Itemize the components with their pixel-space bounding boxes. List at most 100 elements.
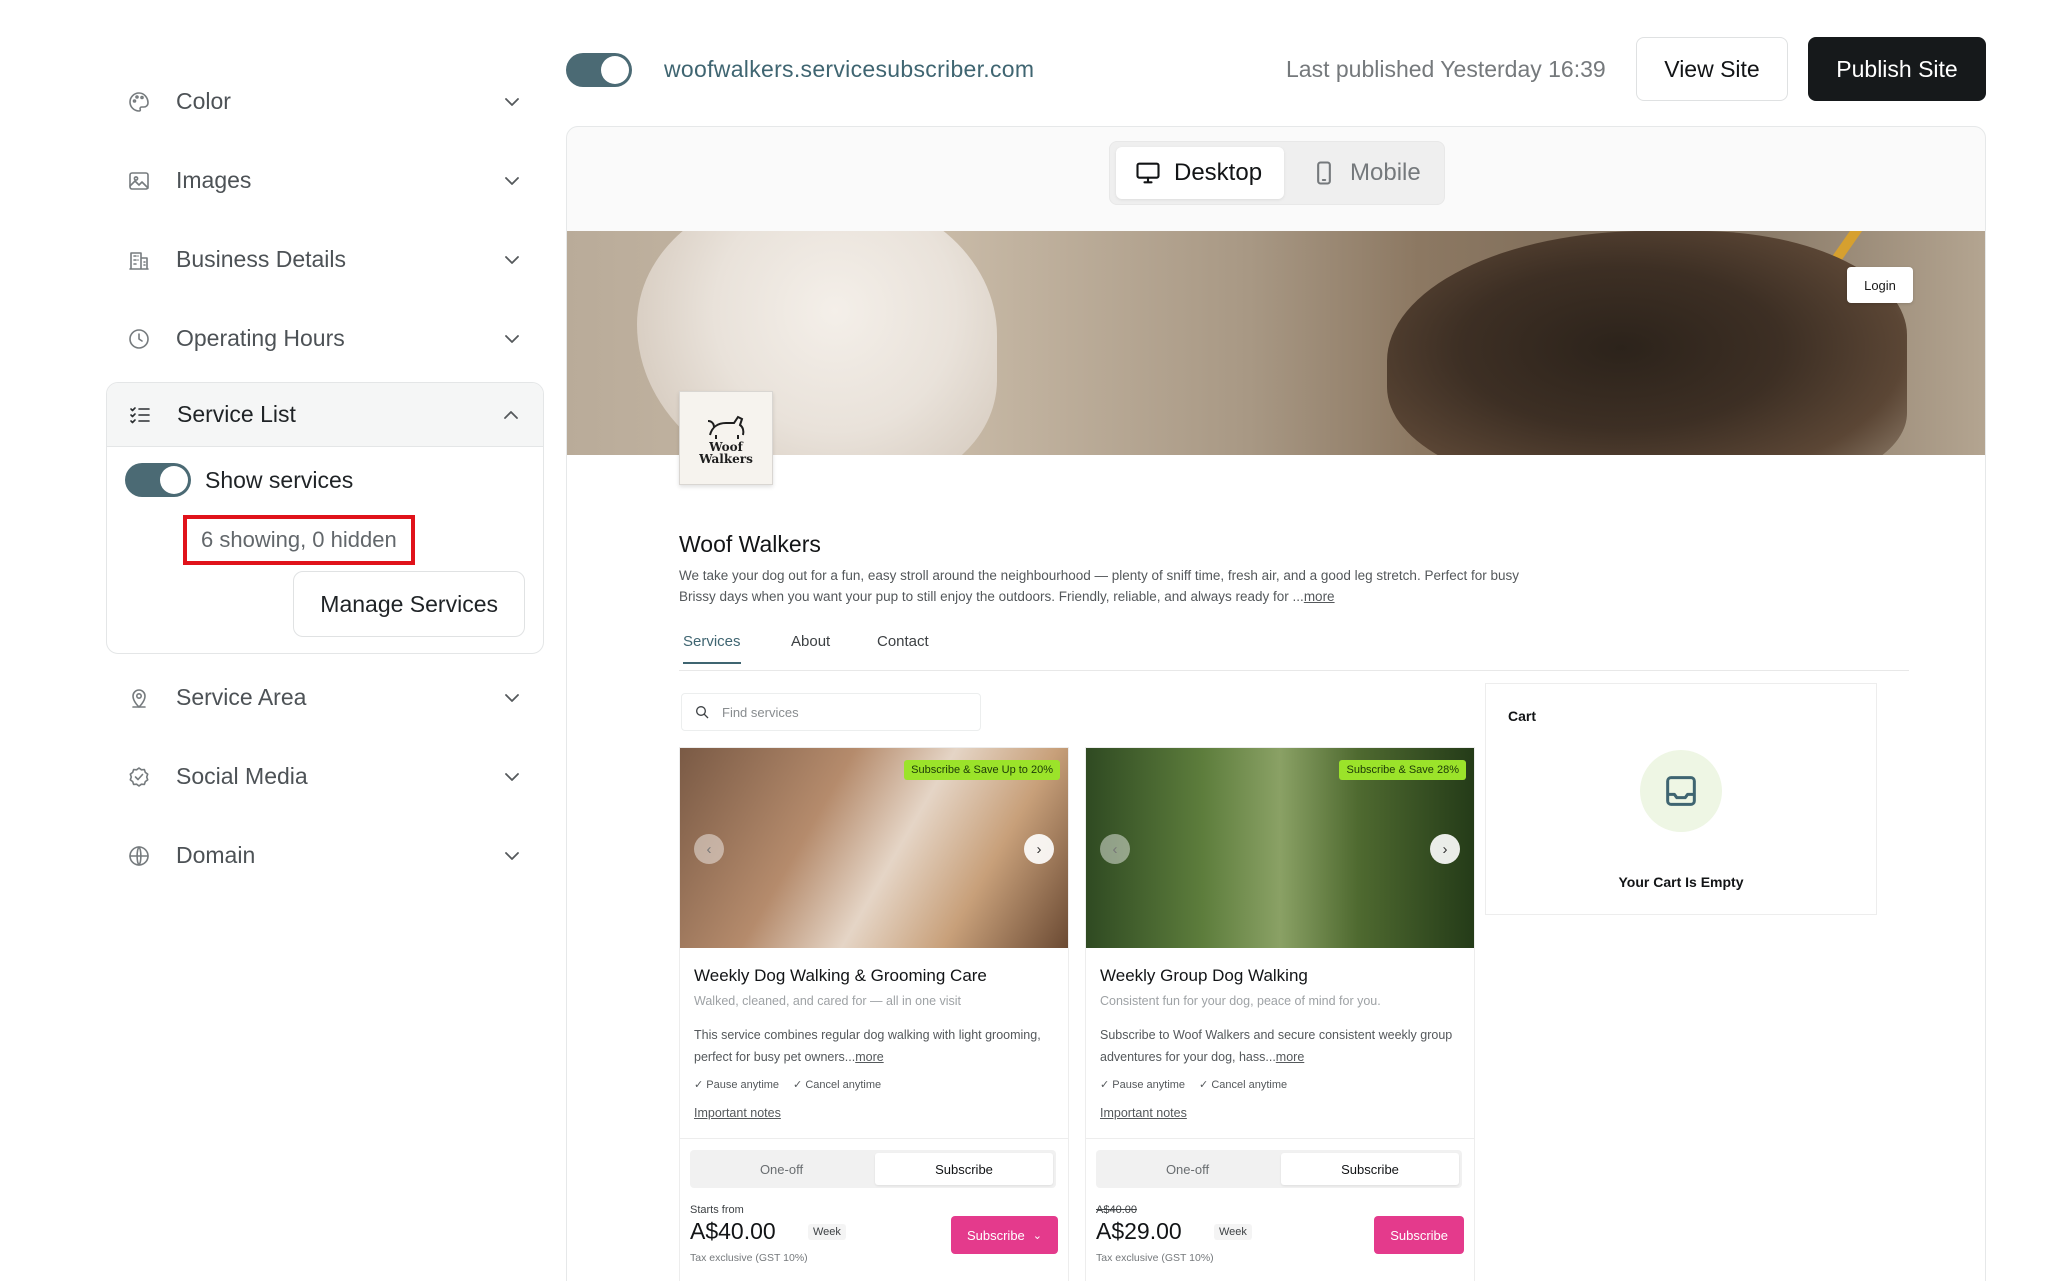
accordion-label: Social Media [176,763,308,789]
description-text: We take your dog out for a fun, easy str… [679,568,1519,604]
card-divider [1086,1138,1474,1139]
search-icon [696,706,709,719]
site-url-link[interactable]: woofwalkers.servicesubscriber.com [664,56,1034,83]
service-search-input[interactable]: Find services [681,693,981,731]
feature-cancel: Cancel anytime [1199,1078,1287,1091]
one-off-option[interactable]: One-off [1096,1150,1279,1188]
carousel-prev-icon[interactable]: ‹ [694,834,724,864]
service-features: Pause anytime Cancel anytime [1100,1078,1287,1091]
chevron-down-icon [500,169,524,193]
service-card[interactable]: Subscribe & Save 28% ‹ › Weekly Group Do… [1085,747,1475,1281]
tax-note: Tax exclusive (GST 10%) [1096,1252,1214,1264]
search-placeholder: Find services [722,704,799,720]
purchase-type-switch: One-off Subscribe [1096,1150,1462,1188]
business-description: We take your dog out for a fun, easy str… [679,565,1519,607]
mobile-label: Mobile [1350,159,1421,186]
subscribe-option[interactable]: Subscribe [875,1153,1053,1185]
tax-note: Tax exclusive (GST 10%) [690,1252,808,1264]
toggle-knob [160,466,188,494]
original-price: A$40.00 [1096,1204,1137,1216]
manage-services-button[interactable]: Manage Services [293,571,525,637]
accordion-label: Service Area [176,684,307,710]
tab-about[interactable]: About [791,633,830,650]
feature-cancel: Cancel anytime [793,1078,881,1091]
service-price: A$40.00 [690,1218,776,1244]
accordion-label: Domain [176,842,256,868]
toggle-knob [601,56,629,84]
chevron-down-icon [500,90,524,114]
image-icon [126,168,152,194]
site-tabs: Services About Contact [679,621,1909,671]
service-features: Pause anytime Cancel anytime [694,1078,881,1091]
feature-pause: Pause anytime [1100,1078,1185,1091]
description-more-link[interactable]: more [1304,589,1335,604]
important-notes-link[interactable]: Important notes [1100,1106,1187,1120]
accordion-domain[interactable]: Domain [106,816,544,895]
accordion-social-media[interactable]: Social Media [106,737,544,816]
accordion-service-list: Service List Show services 6 showing, 0 … [106,382,544,654]
subscribe-option[interactable]: Subscribe [1281,1153,1459,1185]
subscribe-button[interactable]: Subscribe ⌄ [950,1216,1058,1254]
palette-icon [126,89,152,115]
cart-empty-text: Your Cart Is Empty [1618,874,1744,890]
site-preview-frame: Desktop Mobile Login Woof Walkers Woof W… [566,126,1986,1281]
hero-brindle-dog [1387,231,1907,455]
accordion-service-area[interactable]: Service Area [106,658,544,737]
service-subtitle: Consistent fun for your dog, peace of mi… [1100,994,1381,1008]
service-image: Subscribe & Save Up to 20% ‹ › [680,748,1068,948]
service-card[interactable]: Subscribe & Save Up to 20% ‹ › Weekly Do… [679,747,1069,1281]
feature-pause: Pause anytime [694,1078,779,1091]
business-logo: Woof Walkers [679,391,773,485]
subscribe-button[interactable]: Subscribe [1374,1216,1464,1254]
site-page: Login Woof Walkers Woof Walkers We take … [567,231,1985,1281]
accordion-label: Images [176,167,252,193]
chevron-down-icon [500,327,524,351]
accordion-images[interactable]: Images [106,141,544,220]
list-checks-icon [127,402,153,428]
publish-site-button[interactable]: Publish Site [1808,37,1986,101]
chevron-down-icon [500,844,524,868]
settings-sidebar: Color Images Business Details Operating … [106,62,544,895]
accordion-operating-hours[interactable]: Operating Hours [106,299,544,378]
show-services-row: Show services [125,463,525,497]
inbox-icon [1666,776,1696,806]
cart-empty-badge [1640,750,1722,832]
important-notes-link[interactable]: Important notes [694,1106,781,1120]
logo-text-2: Walkers [699,452,753,466]
service-title: Weekly Dog Walking & Grooming Care [694,966,987,985]
tab-services[interactable]: Services [683,633,741,664]
map-pin-icon [126,685,152,711]
price-period: Week [1214,1224,1252,1240]
subscribe-label: Subscribe [1390,1227,1448,1243]
one-off-option[interactable]: One-off [690,1150,873,1188]
carousel-next-icon[interactable]: › [1430,834,1460,864]
accordion-service-list-header[interactable]: Service List [107,383,543,447]
service-more-link[interactable]: more [855,1050,883,1064]
view-site-button[interactable]: View Site [1636,37,1788,101]
site-live-toggle[interactable] [566,53,632,87]
purchase-type-switch: One-off Subscribe [690,1150,1056,1188]
login-button[interactable]: Login [1847,267,1913,303]
show-services-toggle[interactable] [125,463,191,497]
tab-contact[interactable]: Contact [877,633,929,650]
subscribe-label: Subscribe [966,1227,1025,1243]
carousel-next-icon[interactable]: › [1024,834,1054,864]
cart-panel: Cart Your Cart Is Empty [1485,683,1877,915]
service-image: Subscribe & Save 28% ‹ › [1086,748,1474,948]
accordion-color[interactable]: Color [106,62,544,141]
desktop-label: Desktop [1174,159,1263,186]
business-name: Woof Walkers [679,531,821,557]
services-count-text: 6 showing, 0 hidden [183,515,415,565]
service-description: This service combines regular dog walkin… [694,1024,1054,1068]
accordion-label: Operating Hours [176,325,345,351]
carousel-prev-icon[interactable]: ‹ [1100,834,1130,864]
desktop-view-tab[interactable]: Desktop [1116,147,1284,199]
accordion-label: Business Details [176,246,347,272]
service-subtitle: Walked, cleaned, and cared for — all in … [694,994,962,1008]
service-description: Subscribe to Woof Walkers and secure con… [1100,1024,1460,1068]
chevron-down-icon [500,248,524,272]
chevron-down-icon [500,765,524,789]
service-more-link[interactable]: more [1276,1050,1304,1064]
accordion-business-details[interactable]: Business Details [106,220,544,299]
mobile-view-tab[interactable]: Mobile [1302,147,1432,199]
